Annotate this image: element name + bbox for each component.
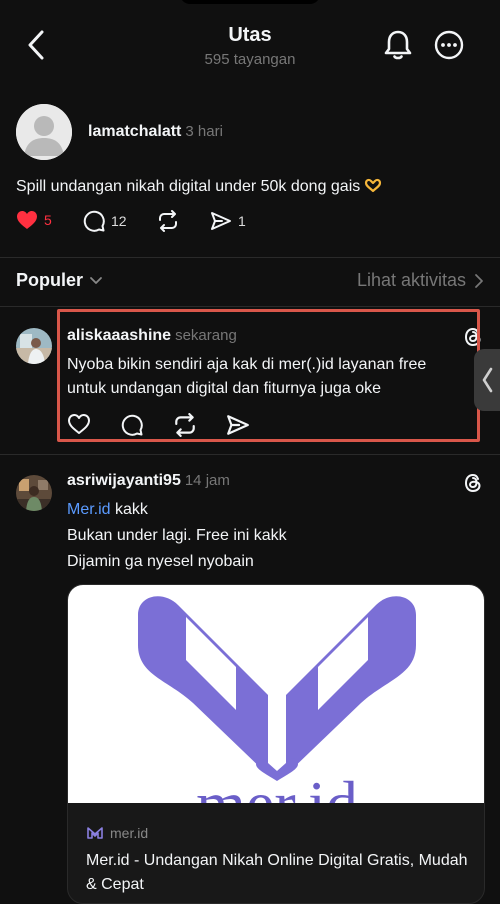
chevron-right-icon: [475, 273, 483, 288]
divider: [0, 306, 500, 307]
merid-favicon-icon: [87, 827, 103, 839]
share-count: 1: [238, 213, 246, 229]
threads-logo-icon[interactable]: [461, 471, 485, 500]
comment-line: Mer.id kakk: [67, 498, 148, 522]
sort-dropdown[interactable]: Populer: [16, 270, 103, 291]
post-body: Spill undangan nikah digital under 50k d…: [16, 177, 382, 196]
comment-author-avatar[interactable]: [16, 328, 52, 364]
more-options-button[interactable]: [433, 29, 465, 61]
avatar-photo-icon: [16, 328, 52, 364]
send-icon: [211, 212, 231, 230]
bell-icon: [384, 30, 412, 60]
repost-button[interactable]: [157, 210, 179, 232]
view-activity-label: Lihat aktivitas: [356, 270, 466, 290]
divider: [0, 257, 500, 258]
post-username[interactable]: lamatchalatt: [88, 123, 181, 140]
comment-username[interactable]: asriwijayanti95: [67, 472, 181, 489]
comment-line: Dijamin ga nyesel nyobain: [67, 553, 254, 570]
title-block: Utas 595 tayangan: [0, 24, 500, 68]
comment-line: Bukan under lagi. Free ini kakk: [67, 527, 287, 544]
sort-label: Populer: [16, 270, 84, 290]
post-author[interactable]: lamatchalatt 3 hari: [88, 123, 223, 141]
share-button[interactable]: 1: [210, 210, 246, 232]
merid-logo-icon: mer.id: [138, 596, 416, 803]
card-logo-text: mer.id: [196, 768, 358, 803]
view-activity-link[interactable]: Lihat aktivitas: [357, 270, 484, 291]
comment-count: 12: [111, 213, 127, 229]
selection-highlight: [57, 309, 480, 442]
top-bar: Utas 595 tayangan: [0, 0, 500, 80]
post-author-avatar[interactable]: [16, 104, 72, 160]
mention-link[interactable]: Mer.id: [67, 501, 111, 518]
link-preview-card[interactable]: mer.id mer.id Mer.id - Undangan Nikah On…: [67, 584, 485, 904]
chevron-left-icon: [482, 367, 493, 393]
post-timestamp: 3 hari: [185, 123, 223, 140]
side-panel-handle[interactable]: [474, 349, 500, 411]
heart-filled-icon: [17, 211, 37, 229]
comment-button[interactable]: 12: [83, 210, 127, 232]
heart-hands-emoji-icon: [365, 178, 382, 193]
like-button[interactable]: 5: [16, 210, 52, 230]
chevron-down-icon: [90, 276, 102, 284]
card-domain: mer.id: [110, 825, 149, 841]
ellipsis-icon: [434, 30, 464, 60]
like-count: 5: [44, 212, 52, 228]
post-text: Spill undangan nikah digital under 50k d…: [16, 178, 361, 195]
page-title: Utas: [228, 24, 272, 46]
card-domain-row: mer.id: [86, 825, 148, 841]
default-avatar-icon: [16, 104, 72, 160]
comment-author-avatar[interactable]: [16, 475, 52, 511]
avatar-photo-icon: [16, 475, 52, 511]
notification-button[interactable]: [382, 28, 414, 62]
repost-icon: [159, 210, 177, 232]
card-title: Mer.id - Undangan Nikah Online Digital G…: [86, 852, 468, 893]
comment-author[interactable]: asriwijayanti95 14 jam: [67, 472, 230, 490]
comment-bubble-icon: [83, 210, 105, 232]
view-count: 595 tayangan: [204, 51, 296, 68]
comment-line-suffix: kakk: [110, 501, 148, 518]
link-preview-image: mer.id: [68, 585, 484, 803]
threads-icon: [464, 473, 481, 493]
post-actions: 5 12 1: [16, 210, 316, 236]
comment-timestamp: 14 jam: [184, 472, 230, 489]
divider: [0, 454, 500, 455]
